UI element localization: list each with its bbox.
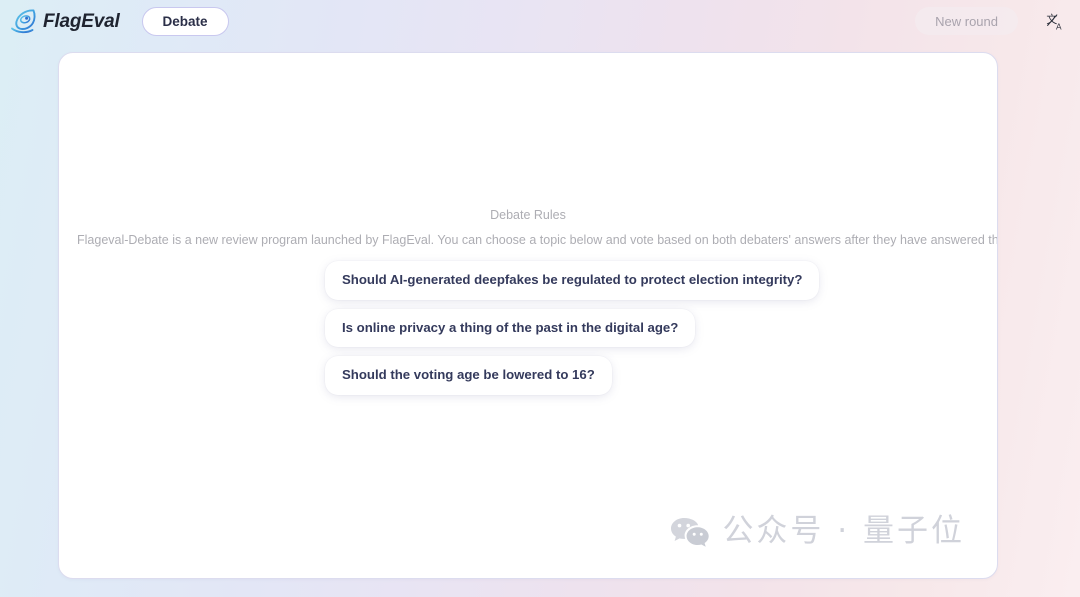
- debate-rules-block: Debate Rules Flageval-Debate is a new re…: [59, 205, 997, 250]
- topic-label: Should AI-generated deepfakes be regulat…: [342, 272, 803, 287]
- watermark: 公众号 · 量子位: [669, 514, 965, 548]
- new-round-label: New round: [935, 13, 998, 29]
- tab-debate-label: Debate: [162, 13, 208, 29]
- translate-icon[interactable]: 文 A: [1044, 10, 1066, 32]
- topic-card[interactable]: Is online privacy a thing of the past in…: [325, 308, 696, 347]
- svg-text:A: A: [1055, 21, 1061, 31]
- watermark-text: 公众号 · 量子位: [722, 512, 965, 549]
- topic-card[interactable]: Should AI-generated deepfakes be regulat…: [325, 261, 820, 300]
- rules-description: Flageval-Debate is a new review program …: [77, 233, 998, 247]
- wechat-icon: [669, 514, 710, 548]
- brand-logo[interactable]: FlagEval: [10, 6, 120, 36]
- flag-sail-logo-icon: [10, 8, 40, 34]
- topic-label: Should the voting age be lowered to 16?: [342, 367, 595, 382]
- top-bar: FlagEval Debate New round 文 A: [0, 0, 1080, 42]
- topic-card[interactable]: Should the voting age be lowered to 16?: [325, 356, 612, 395]
- new-round-button[interactable]: New round: [915, 7, 1018, 35]
- brand-name: FlagEval: [43, 10, 120, 32]
- main-panel: Debate Rules Flageval-Debate is a new re…: [58, 52, 998, 579]
- rules-title: Debate Rules: [490, 208, 566, 222]
- topbar-actions: New round 文 A: [915, 7, 1066, 35]
- topic-list: Should AI-generated deepfakes be regulat…: [325, 261, 820, 395]
- topic-label: Is online privacy a thing of the past in…: [342, 319, 679, 335]
- tab-debate[interactable]: Debate: [141, 6, 229, 36]
